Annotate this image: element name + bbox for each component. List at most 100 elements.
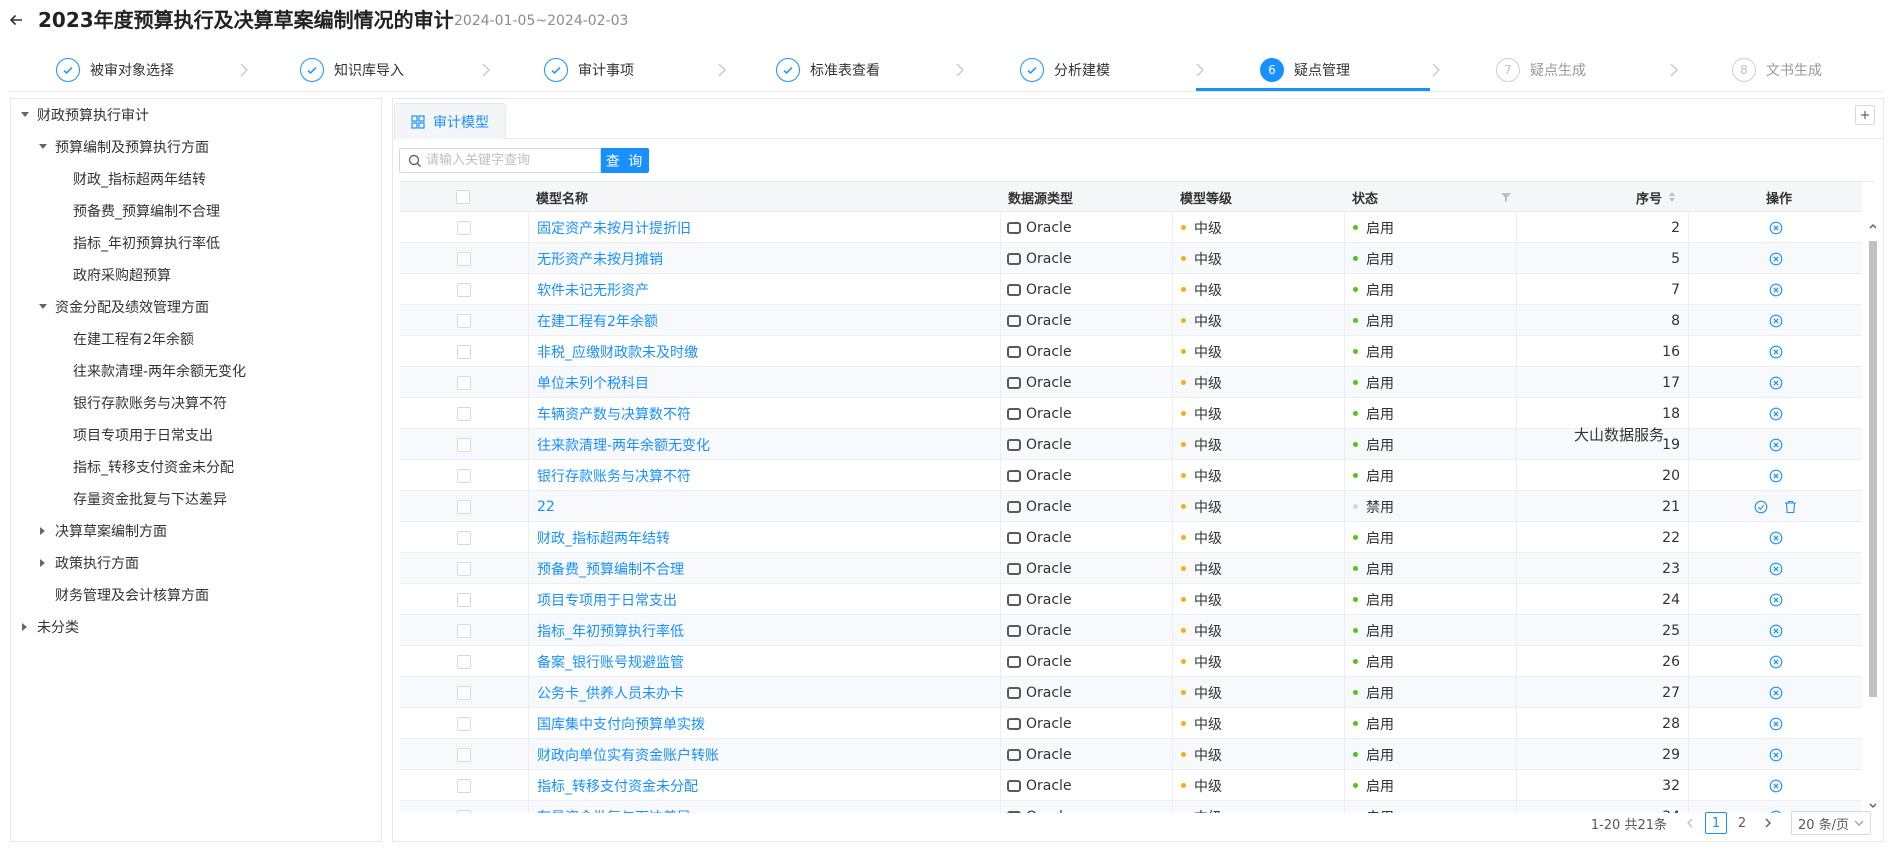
search-button[interactable]: 查 询 <box>601 148 649 173</box>
tree-node[interactable]: 财政_指标超两年结转 <box>53 168 206 190</box>
caret-right-icon[interactable] <box>35 523 51 539</box>
model-name-link[interactable]: 非税_应缴财政款未及时缴 <box>537 342 698 362</box>
tree-node[interactable]: 未分类 <box>17 616 79 638</box>
model-name-link[interactable]: 软件未记无形资产 <box>537 280 649 300</box>
model-name-link[interactable]: 财政_指标超两年结转 <box>537 528 670 548</box>
tree-node[interactable]: 往来款清理-两年余额无变化 <box>53 360 246 382</box>
model-name-link[interactable]: 在建工程有2年余额 <box>537 311 658 331</box>
disable-icon[interactable] <box>1769 779 1783 793</box>
disable-icon[interactable] <box>1769 748 1783 762</box>
tree-node[interactable]: 决算草案编制方面 <box>35 520 167 542</box>
disable-icon[interactable] <box>1769 469 1783 483</box>
tree-node[interactable]: 财政预算执行审计 <box>17 104 149 126</box>
row-checkbox[interactable] <box>457 809 471 813</box>
caret-down-icon[interactable] <box>35 299 51 315</box>
enable-icon[interactable] <box>1754 500 1768 514</box>
model-name-link[interactable]: 22 <box>537 499 555 515</box>
row-checkbox[interactable] <box>457 437 471 452</box>
model-name-link[interactable]: 车辆资产数与决算数不符 <box>537 404 691 424</box>
step-7[interactable]: 7 疑点生成 <box>1496 48 1586 92</box>
row-checkbox[interactable] <box>457 778 471 793</box>
next-page-icon[interactable] <box>1757 812 1779 834</box>
caret-down-icon[interactable] <box>35 139 51 155</box>
back-arrow-icon[interactable] <box>4 8 28 32</box>
model-name-link[interactable]: 公务卡_供养人员未办卡 <box>537 683 684 703</box>
filter-icon[interactable] <box>1500 182 1516 212</box>
tree-node[interactable]: 政府采购超预算 <box>53 264 171 286</box>
add-tab-button[interactable] <box>1855 105 1875 125</box>
disable-icon[interactable] <box>1769 624 1783 638</box>
disable-icon[interactable] <box>1769 593 1783 607</box>
model-name-link[interactable]: 预备费_预算编制不合理 <box>537 559 684 579</box>
disable-icon[interactable] <box>1769 345 1783 359</box>
step-2[interactable]: 知识库导入 <box>300 48 404 92</box>
disable-icon[interactable] <box>1769 252 1783 266</box>
row-checkbox[interactable] <box>457 654 471 669</box>
tree-node[interactable]: 项目专项用于日常支出 <box>53 424 213 446</box>
prev-page-icon[interactable] <box>1679 812 1701 834</box>
disable-icon[interactable] <box>1769 531 1783 545</box>
model-name-link[interactable]: 备案_银行账号规避监管 <box>537 652 684 672</box>
model-name-link[interactable]: 单位未列个税科目 <box>537 373 649 393</box>
tree-node[interactable]: 指标_转移支付资金未分配 <box>53 456 234 478</box>
step-4[interactable]: 标准表查看 <box>776 48 880 92</box>
sort-icon[interactable] <box>1668 182 1680 212</box>
caret-right-icon[interactable] <box>35 555 51 571</box>
row-checkbox[interactable] <box>457 251 471 266</box>
model-name-link[interactable]: 指标_转移支付资金未分配 <box>537 776 698 796</box>
row-checkbox[interactable] <box>457 716 471 731</box>
disable-icon[interactable] <box>1769 407 1783 421</box>
tree-node[interactable]: 银行存款账务与决算不符 <box>53 392 227 414</box>
model-name-link[interactable]: 固定资产未按月计提折旧 <box>537 218 691 238</box>
model-name-link[interactable]: 财政向单位实有资金账户转账 <box>537 745 719 765</box>
disable-icon[interactable] <box>1769 314 1783 328</box>
model-name-link[interactable]: 无形资产未按月摊销 <box>537 249 663 269</box>
row-checkbox[interactable] <box>457 747 471 762</box>
disable-icon[interactable] <box>1769 438 1783 452</box>
row-checkbox[interactable] <box>457 344 471 359</box>
tree-node[interactable]: 指标_年初预算执行率低 <box>53 232 220 254</box>
tree-node[interactable]: 预备费_预算编制不合理 <box>53 200 220 222</box>
model-name-link[interactable]: 国库集中支付向预算单实拨 <box>537 714 705 734</box>
model-name-link[interactable]: 存量资金批复与下达差异 <box>537 807 691 814</box>
search-input[interactable] <box>426 150 586 171</box>
step-1[interactable]: 被审对象选择 <box>56 48 174 92</box>
tab-audit-model[interactable]: 审计模型 <box>394 103 506 139</box>
row-checkbox[interactable] <box>457 468 471 483</box>
scroll-down-icon[interactable] <box>1868 801 1878 811</box>
tree-node[interactable]: 预算编制及预算执行方面 <box>35 136 209 158</box>
caret-down-icon[interactable] <box>17 107 33 123</box>
row-checkbox[interactable] <box>457 282 471 297</box>
row-checkbox[interactable] <box>457 561 471 576</box>
caret-right-icon[interactable] <box>17 619 33 635</box>
row-checkbox[interactable] <box>457 313 471 328</box>
model-name-link[interactable]: 银行存款账务与决算不符 <box>537 466 691 486</box>
row-checkbox[interactable] <box>457 623 471 638</box>
page-2-button[interactable]: 2 <box>1731 812 1753 834</box>
step-6[interactable]: 6 疑点管理 <box>1260 48 1350 92</box>
trash-icon[interactable] <box>1784 500 1797 514</box>
row-checkbox[interactable] <box>457 592 471 607</box>
row-checkbox[interactable] <box>457 220 471 235</box>
select-all-checkbox[interactable] <box>456 190 470 204</box>
tree-node[interactable]: 在建工程有2年余额 <box>53 328 194 350</box>
model-name-link[interactable]: 项目专项用于日常支出 <box>537 590 677 610</box>
disable-icon[interactable] <box>1769 376 1783 390</box>
step-3[interactable]: 审计事项 <box>544 48 634 92</box>
step-8[interactable]: 8 文书生成 <box>1732 48 1822 92</box>
scroll-up-icon[interactable] <box>1868 221 1878 231</box>
scroll-thumb[interactable] <box>1869 241 1877 697</box>
row-checkbox[interactable] <box>457 406 471 421</box>
tree-node[interactable]: 存量资金批复与下达差异 <box>53 488 227 510</box>
tree-node[interactable]: 政策执行方面 <box>35 552 139 574</box>
row-checkbox[interactable] <box>457 499 471 514</box>
page-1-button[interactable]: 1 <box>1705 812 1727 834</box>
model-name-link[interactable]: 指标_年初预算执行率低 <box>537 621 684 641</box>
step-5[interactable]: 分析建模 <box>1020 48 1110 92</box>
disable-icon[interactable] <box>1769 562 1783 576</box>
disable-icon[interactable] <box>1769 717 1783 731</box>
table-scrollbar[interactable] <box>1867 221 1879 813</box>
row-checkbox[interactable] <box>457 530 471 545</box>
disable-icon[interactable] <box>1769 655 1783 669</box>
disable-icon[interactable] <box>1769 283 1783 297</box>
